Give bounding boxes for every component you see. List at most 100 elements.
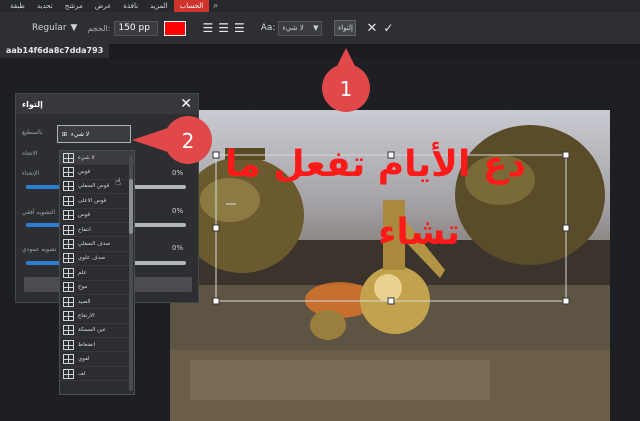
style-label: بالسطيع — [22, 129, 43, 136]
warp-shape-icon — [63, 195, 74, 206]
dropdown-item[interactable]: انتفاخ — [60, 223, 134, 238]
app-window: طبقة تحديد مرشح عرض نافذة المزيد الحساب ⌕ Regul… — [0, 0, 640, 421]
dropdown-item[interactable]: قوس — [60, 209, 134, 223]
dropdown-item-label: انتفاخ — [78, 226, 91, 233]
grid-icon: ⊞ — [62, 130, 68, 138]
warp-shape-icon — [63, 354, 74, 365]
antialias-label: Aa: — [260, 23, 276, 33]
dropdown-item[interactable]: قوس الاعلى — [60, 194, 134, 209]
warp-style-select[interactable]: ⊞ لا شيء — [57, 125, 131, 143]
image-canvas[interactable]: دع الأيام تفعل ما تشاء — [170, 110, 610, 421]
dropdown-item-label: لفوي — [78, 356, 90, 363]
antialias-value: لا شيء — [282, 23, 304, 32]
antialias-select[interactable]: لا شيء ▼ — [278, 20, 323, 36]
dropdown-item-label: الارتفاع — [78, 312, 95, 319]
bend-label: الإنحناء — [22, 170, 40, 177]
callout-2: 2 — [132, 116, 212, 164]
font-weight-value: Regular — [32, 23, 67, 33]
close-icon[interactable]: ✕ — [180, 96, 192, 112]
menu-item[interactable]: نافذة — [117, 0, 144, 12]
dropdown-item[interactable]: الارتفاع — [60, 309, 134, 324]
chevron-down-icon: ▼ — [313, 23, 319, 32]
direction-label: الاتجاه — [22, 150, 38, 157]
dropdown-item[interactable]: لفوي — [60, 352, 134, 367]
warp-shape-icon — [63, 310, 74, 321]
font-size-input[interactable]: 150 pp — [114, 20, 159, 36]
bend-value: 0% — [172, 169, 184, 177]
warp-shape-icon — [63, 296, 74, 307]
dropdown-item[interactable]: صدف علوي — [60, 252, 134, 267]
menu-item[interactable]: تحديد — [31, 0, 59, 12]
dropdown-item-label: الصيد — [78, 298, 91, 305]
warp-shape-icon — [63, 152, 74, 163]
search-icon[interactable]: ⌕ — [213, 1, 218, 11]
warp-shape-icon — [63, 339, 74, 350]
menu-item[interactable]: الحساب — [173, 0, 210, 12]
text-toolbar: Regular ▼ الحجم: 150 pp ☰ ☰ ☰ Aa: لا شيء… — [0, 12, 640, 44]
text-color-swatch[interactable] — [164, 20, 187, 36]
warp-style-value: لا شيء — [71, 130, 90, 138]
dropdown-item-label: لا شيء — [78, 154, 95, 161]
dropdown-item[interactable]: لا شيء — [60, 151, 134, 166]
dropdown-item-label: موج — [78, 284, 88, 291]
alignment-group: ☰ ☰ ☰ — [202, 21, 244, 35]
dropdown-item[interactable]: موج — [60, 281, 134, 295]
warp-shape-icon — [63, 239, 74, 250]
dropdown-item-label: قوس — [78, 212, 91, 219]
dropdown-item[interactable]: قوس — [60, 165, 134, 180]
warp-shape-icon — [63, 167, 74, 178]
dropdown-item[interactable]: قوس السفلي — [60, 180, 134, 195]
dropdown-item[interactable]: عين السمكة — [60, 324, 134, 339]
dropdown-item[interactable]: الصيد — [60, 295, 134, 310]
font-size-label: الحجم: — [87, 23, 111, 33]
align-left-icon[interactable]: ☰ — [202, 21, 213, 35]
dropdown-scroll-thumb[interactable] — [129, 179, 133, 234]
menu-item[interactable]: مرشح — [59, 0, 89, 12]
document-tab[interactable]: aab14f6da8c7dda793 — [0, 44, 110, 58]
font-weight-select[interactable]: Regular ▼ — [32, 23, 77, 33]
menu-item[interactable]: المزيد — [144, 0, 174, 12]
warp-shape-icon — [63, 224, 74, 235]
dropdown-item-label: قوس الاعلى — [78, 197, 107, 204]
vdistort-value: 0% — [172, 244, 184, 252]
warp-shape-icon — [63, 253, 74, 264]
dropdown-item-label: صدف السفلي — [78, 241, 111, 248]
warp-shape-icon — [63, 368, 74, 379]
warp-shape-icon — [63, 282, 74, 293]
callout-2-number: 2 — [182, 129, 195, 153]
warp-shape-icon — [63, 325, 74, 336]
dropdown-item-label: صدف علوي — [78, 255, 106, 262]
warp-shape-icon — [63, 267, 74, 278]
dropdown-item[interactable]: صدف السفلي — [60, 237, 134, 252]
dropdown-item[interactable]: انضغاط — [60, 338, 134, 353]
dropdown-item[interactable]: علم — [60, 266, 134, 281]
dialog-titlebar[interactable]: إلتواء ✕ — [16, 94, 198, 114]
hdistort-label: التشويه أفقي — [22, 209, 56, 216]
callout-1-number: 1 — [340, 77, 353, 101]
hdistort-value: 0% — [172, 207, 184, 215]
canvas-text-line2[interactable]: تشاء — [378, 212, 460, 253]
menu-item[interactable]: طبقة — [4, 0, 31, 12]
dialog-title: إلتواء — [22, 99, 43, 109]
warp-style-dropdown: لا شيء قوس قوس السفلي قوس الاعلى قوس انتفاخ صد… — [59, 150, 135, 395]
dropdown-item-label: لف — [78, 370, 86, 377]
align-center-icon[interactable]: ☰ — [218, 21, 229, 35]
dropdown-item-label: عين السمكة — [78, 327, 107, 334]
cancel-icon[interactable]: ✕ — [366, 21, 377, 36]
vdistort-label: تشويه عمودي — [22, 246, 57, 253]
dropdown-item-label: قوس السفلي — [78, 183, 110, 190]
canvas-text-line1[interactable]: دع الأيام تفعل ما — [225, 144, 526, 185]
pointer-cursor-icon: ☝ — [115, 177, 122, 188]
menu-item[interactable]: عرض — [89, 0, 118, 12]
commit-icon[interactable]: ✓ — [383, 21, 393, 35]
callout-1: 1 — [322, 48, 370, 112]
warp-shape-icon — [63, 210, 74, 221]
menu-bar: طبقة تحديد مرشح عرض نافذة المزيد الحساب ⌕ — [0, 0, 640, 12]
dropdown-item-label: انضغاط — [78, 341, 96, 348]
dropdown-item-label: علم — [78, 269, 87, 276]
warp-button[interactable]: إلتواء — [334, 20, 357, 36]
chevron-down-icon: ▼ — [70, 23, 78, 33]
warp-shape-icon — [63, 181, 74, 192]
dropdown-item[interactable]: لف — [60, 367, 134, 382]
align-right-icon[interactable]: ☰ — [234, 21, 245, 35]
